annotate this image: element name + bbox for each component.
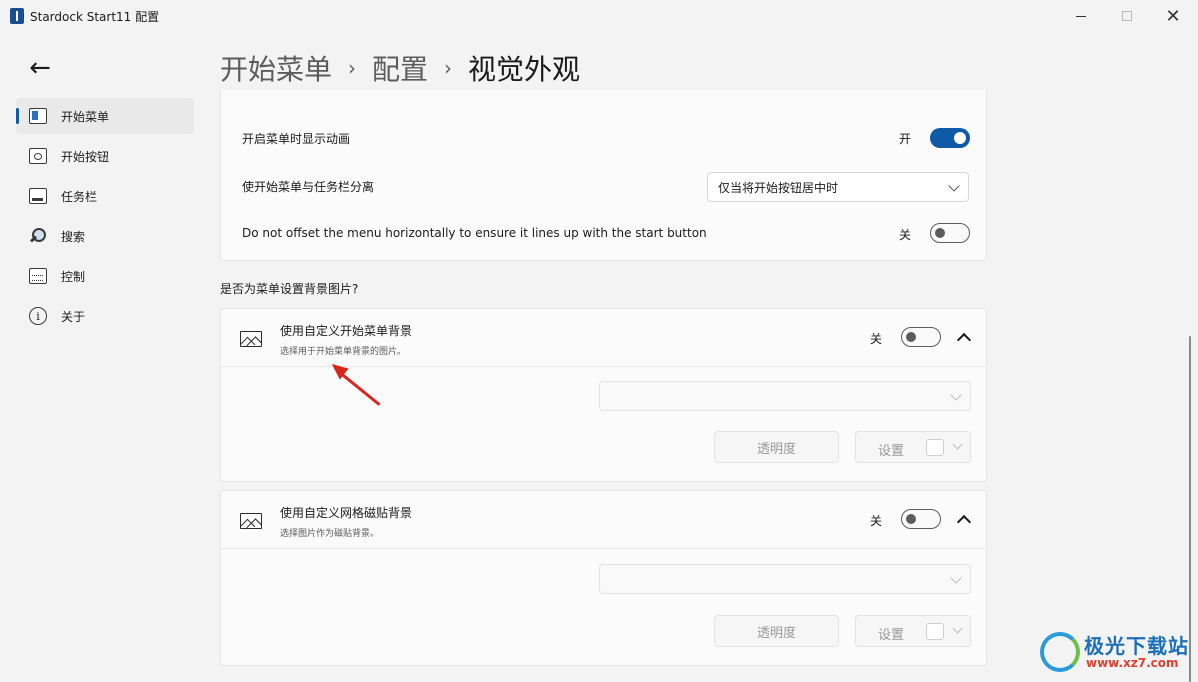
start-menu-opacity-label: 透明度 xyxy=(756,441,796,457)
window-title: Stardock Start11 配置 xyxy=(30,10,160,24)
start-menu-background-state-label: 关 xyxy=(870,332,883,346)
start-button-icon xyxy=(28,147,48,165)
watermark: 极光下载站 www.xz7.com xyxy=(1040,630,1190,676)
image-icon xyxy=(240,331,262,347)
tile-background-toggle[interactable] xyxy=(901,509,941,529)
tile-settings-button[interactable]: 设置 xyxy=(855,615,971,647)
start-menu-settings-button[interactable]: 设置 xyxy=(855,431,971,463)
tile-background-card: 使用自定义网格磁贴背景 选择图片作为磁贴背景。 关 透明度 设置 xyxy=(220,490,987,666)
start-menu-opacity-button[interactable]: 透明度 xyxy=(714,431,839,463)
image-icon xyxy=(240,513,262,529)
offset-toggle[interactable] xyxy=(930,223,970,243)
tile-background-subtitle: 选择图片作为磁贴背景。 xyxy=(280,529,380,539)
sidebar-item-about[interactable]: i 关于 xyxy=(16,298,194,334)
tile-settings-label: 设置 xyxy=(878,628,905,643)
tile-background-image-select[interactable] xyxy=(599,564,971,594)
offset-label: Do not offset the menu horizontally to e… xyxy=(242,226,707,240)
close-icon: ✕ xyxy=(1165,5,1181,27)
start-menu-background-image-select[interactable] xyxy=(599,381,971,411)
maximize-button[interactable] xyxy=(1104,0,1150,32)
start-menu-background-card: 使用自定义开始菜单背景 选择用于开始菜单背景的图片。 关 透明度 设置 xyxy=(220,308,987,482)
tile-background-title: 使用自定义网格磁贴背景 xyxy=(280,506,413,520)
start-menu-background-title: 使用自定义开始菜单背景 xyxy=(280,324,413,338)
watermark-url: www.xz7.com xyxy=(1086,656,1179,670)
sidebar-item-control[interactable]: 控制 xyxy=(16,258,194,294)
menu-options-card: 开启菜单时显示动画 开 使开始菜单与任务栏分离 仅当将开始按钮居中时 Do no… xyxy=(220,90,987,261)
watermark-name: 极光下载站 xyxy=(1084,634,1189,658)
sidebar-item-label: 控制 xyxy=(61,269,86,284)
sidebar-item-search[interactable]: 搜索 xyxy=(16,218,194,254)
color-swatch xyxy=(926,623,944,640)
settings-scroll-area[interactable]: 开启菜单时显示动画 开 使开始菜单与任务栏分离 仅当将开始按钮居中时 Do no… xyxy=(220,90,988,682)
sidebar: 开始菜单 开始按钮 任务栏 搜索 控制 i 关于 xyxy=(16,98,194,338)
animation-label: 开启菜单时显示动画 xyxy=(242,132,351,146)
app-icon xyxy=(10,8,24,24)
chevron-up-icon[interactable] xyxy=(956,514,972,530)
sidebar-item-taskbar[interactable]: 任务栏 xyxy=(16,178,194,214)
breadcrumb-separator: › xyxy=(348,56,357,80)
tile-background-header[interactable]: 使用自定义网格磁贴背景 选择图片作为磁贴背景。 关 xyxy=(221,491,986,549)
watermark-logo-icon xyxy=(1040,632,1080,672)
sidebar-item-label: 搜索 xyxy=(61,229,86,244)
start-menu-icon xyxy=(28,107,48,125)
start-menu-background-toggle[interactable] xyxy=(901,327,941,347)
close-button[interactable]: ✕ xyxy=(1150,0,1196,32)
title-bar: Stardock Start11 配置 ✕ xyxy=(0,0,1198,32)
breadcrumb-separator: › xyxy=(444,56,453,80)
minimize-button[interactable] xyxy=(1058,0,1104,32)
minimize-icon xyxy=(1076,15,1086,17)
animation-toggle[interactable] xyxy=(930,128,970,148)
animation-state-label: 开 xyxy=(899,132,912,146)
info-icon: i xyxy=(28,307,48,325)
search-icon xyxy=(28,227,48,245)
sidebar-item-label: 关于 xyxy=(61,309,86,324)
separate-dropdown[interactable]: 仅当将开始按钮居中时 xyxy=(707,172,969,202)
sidebar-item-label: 开始菜单 xyxy=(61,109,110,124)
chevron-down-icon xyxy=(950,572,962,584)
breadcrumb: 开始菜单 › 配置 › 视觉外观 xyxy=(220,48,580,88)
tile-background-state-label: 关 xyxy=(870,514,883,528)
chevron-down-icon xyxy=(948,180,960,192)
maximize-icon xyxy=(1122,11,1132,21)
chevron-down-icon xyxy=(952,439,963,450)
tile-opacity-button[interactable]: 透明度 xyxy=(714,615,839,647)
separate-dropdown-value: 仅当将开始按钮居中时 xyxy=(718,180,839,195)
color-swatch xyxy=(926,439,944,456)
start-menu-settings-label: 设置 xyxy=(878,444,905,459)
sidebar-item-start-menu[interactable]: 开始菜单 xyxy=(16,98,194,134)
tile-opacity-label: 透明度 xyxy=(756,625,796,641)
offset-state-label: 关 xyxy=(899,228,912,242)
taskbar-icon xyxy=(28,187,48,205)
start-menu-background-subtitle: 选择用于开始菜单背景的图片。 xyxy=(280,347,407,357)
back-arrow-icon: ← xyxy=(29,53,51,83)
chevron-down-icon xyxy=(952,623,963,634)
control-icon xyxy=(28,267,48,285)
separate-label: 使开始菜单与任务栏分离 xyxy=(242,180,375,194)
chevron-down-icon xyxy=(950,389,962,401)
sidebar-item-start-button[interactable]: 开始按钮 xyxy=(16,138,194,174)
chevron-up-icon[interactable] xyxy=(956,332,972,348)
page-title: 视觉外观 xyxy=(468,53,581,86)
back-button[interactable]: ← xyxy=(24,52,56,84)
sidebar-item-label: 开始按钮 xyxy=(61,149,110,164)
breadcrumb-start-menu[interactable]: 开始菜单 xyxy=(220,48,332,88)
breadcrumb-config[interactable]: 配置 xyxy=(372,48,428,88)
background-section-heading: 是否为菜单设置背景图片? xyxy=(220,282,359,296)
sidebar-item-label: 任务栏 xyxy=(61,189,98,204)
